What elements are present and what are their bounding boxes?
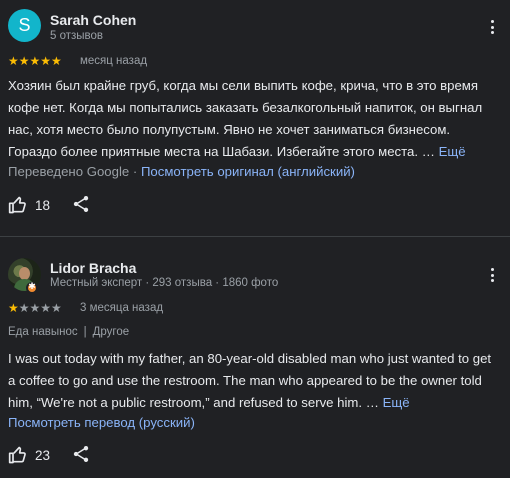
- reviewer-meta: 5 отзывов: [50, 30, 104, 42]
- tag-other: Другое: [92, 326, 130, 338]
- review-date: 3 месяца назад: [80, 302, 164, 314]
- review-actions: 18: [8, 193, 89, 217]
- review-date: месяц назад: [80, 55, 148, 67]
- translation-note: Посмотреть перевод (русский): [8, 415, 195, 430]
- share-icon: [73, 446, 89, 462]
- more-link[interactable]: Ещё: [439, 144, 466, 159]
- review-text: Хозяин был крайне груб, когда мы сели вы…: [8, 75, 502, 163]
- review-body: I was out today with my father, an 80-ye…: [8, 351, 492, 410]
- review-tags: Еда навынос | Другое: [8, 326, 129, 338]
- share-button[interactable]: [71, 194, 91, 219]
- more-vert-icon[interactable]: [486, 265, 498, 285]
- more-vert-icon[interactable]: [486, 17, 498, 37]
- rating-stars: ★★★★★: [8, 54, 62, 68]
- more-link[interactable]: Ещё: [383, 395, 410, 410]
- like-count: 23: [35, 447, 51, 463]
- like-button[interactable]: 23: [8, 445, 50, 465]
- translated-by-label: Переведено Google ·: [8, 164, 138, 179]
- review-actions: 23: [8, 443, 89, 467]
- reviewer-name[interactable]: Sarah Cohen: [50, 12, 136, 28]
- reviewer-meta: Местный эксперт · 293 отзыва · 1860 фото: [50, 277, 279, 289]
- review-card: Lidor Bracha Местный эксперт · 293 отзыв…: [0, 237, 510, 478]
- like-button[interactable]: 18: [8, 195, 50, 215]
- review-card: S Sarah Cohen 5 отзывов ★★★★★ месяц наза…: [0, 0, 510, 236]
- view-original-link[interactable]: Посмотреть оригинал (английский): [141, 164, 355, 179]
- tag-separator: |: [83, 326, 87, 338]
- review-text: I was out today with my father, an 80-ye…: [8, 348, 502, 414]
- stars-empty: ★★★★: [18, 301, 62, 315]
- translation-note: Переведено Google · Посмотреть оригинал …: [8, 164, 355, 179]
- thumbs-up-icon: [8, 446, 26, 464]
- share-icon: [73, 196, 89, 212]
- review-body: Хозяин был крайне груб, когда мы сели вы…: [8, 78, 483, 159]
- view-translation-link[interactable]: Посмотреть перевод (русский): [8, 415, 195, 430]
- reviewer-name[interactable]: Lidor Bracha: [50, 260, 136, 276]
- avatar[interactable]: S: [8, 9, 41, 42]
- like-count: 18: [35, 197, 51, 213]
- tag-takeaway: Еда навынос: [8, 326, 78, 338]
- share-button[interactable]: [71, 444, 91, 469]
- thumbs-up-icon: [8, 196, 26, 214]
- stars-filled: ★★★★★: [8, 54, 62, 68]
- stars-filled: ★: [8, 301, 19, 315]
- rating-stars: ★★★★★: [8, 301, 62, 315]
